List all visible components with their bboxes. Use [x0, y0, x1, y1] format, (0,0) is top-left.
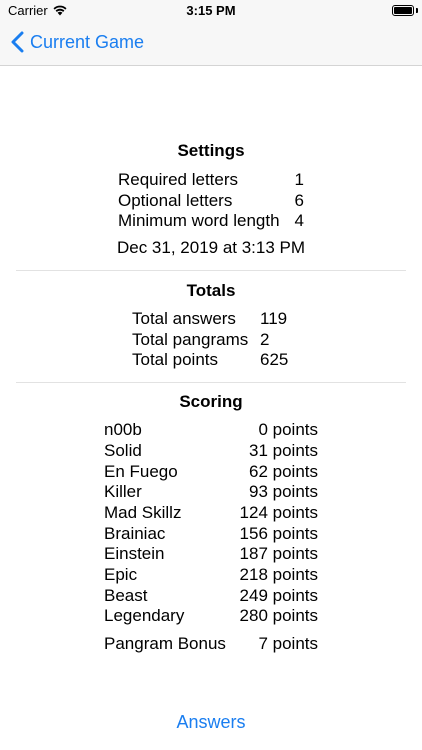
divider	[16, 382, 406, 383]
rank-points: 0 points	[258, 420, 318, 439]
totals-value: 2	[260, 330, 270, 349]
totals-value: 625	[260, 350, 289, 369]
rank-points: 218 points	[239, 565, 318, 584]
totals-label: Total answers	[132, 309, 236, 328]
game-date: Dec 31, 2019 at 3:13 PM	[116, 238, 306, 257]
divider	[16, 270, 406, 271]
totals-label: Total pangrams	[132, 330, 249, 349]
settings-title: Settings	[177, 141, 245, 160]
rank-points: 249 points	[239, 586, 318, 605]
totals-title: Totals	[186, 281, 236, 300]
totals-label: Total points	[132, 350, 218, 369]
navigation-bar: Current Game	[0, 22, 422, 66]
totals-value: 119	[260, 309, 288, 328]
settings-value: 6	[294, 191, 304, 210]
rank-label: Mad Skillz	[104, 503, 182, 522]
rank-points: 156 points	[239, 524, 318, 543]
rank-label: Solid	[104, 441, 142, 460]
battery-nub	[416, 8, 418, 13]
settings-value: 1	[294, 170, 304, 189]
settings-label: Optional letters	[118, 191, 233, 210]
back-button-label: Current Game	[30, 31, 145, 52]
rank-points: 62 points	[249, 462, 318, 481]
rank-label: Beast	[104, 586, 148, 605]
rank-label: n00b	[104, 420, 142, 439]
rank-points: 124 points	[239, 503, 318, 522]
rank-points: 280 points	[239, 606, 318, 625]
rank-label: Einstein	[104, 544, 165, 563]
pangram-bonus-label: Pangram Bonus	[104, 634, 226, 653]
status-bar: Carrier 3:15 PM	[0, 0, 422, 22]
settings-value: 4	[294, 211, 304, 230]
settings-label: Minimum word length	[118, 211, 280, 230]
rank-label: Brainiac	[104, 524, 166, 543]
rank-points: 31 points	[249, 441, 318, 460]
chevron-left-icon	[11, 31, 24, 53]
scoring-title: Scoring	[179, 392, 243, 411]
rank-label: Epic	[104, 565, 138, 584]
settings-label: Required letters	[118, 170, 239, 189]
rank-label: En Fuego	[104, 462, 178, 481]
answers-button[interactable]: Answers	[0, 712, 422, 733]
back-button[interactable]: Current Game	[10, 31, 144, 53]
rank-points: 93 points	[249, 482, 318, 501]
clock: 3:15 PM	[186, 3, 236, 18]
rank-points: 187 points	[239, 544, 318, 563]
pangram-bonus-value: 7 points	[258, 634, 318, 653]
rank-label: Legendary	[104, 606, 185, 625]
rank-label: Killer	[104, 482, 142, 501]
battery-icon	[392, 5, 414, 16]
